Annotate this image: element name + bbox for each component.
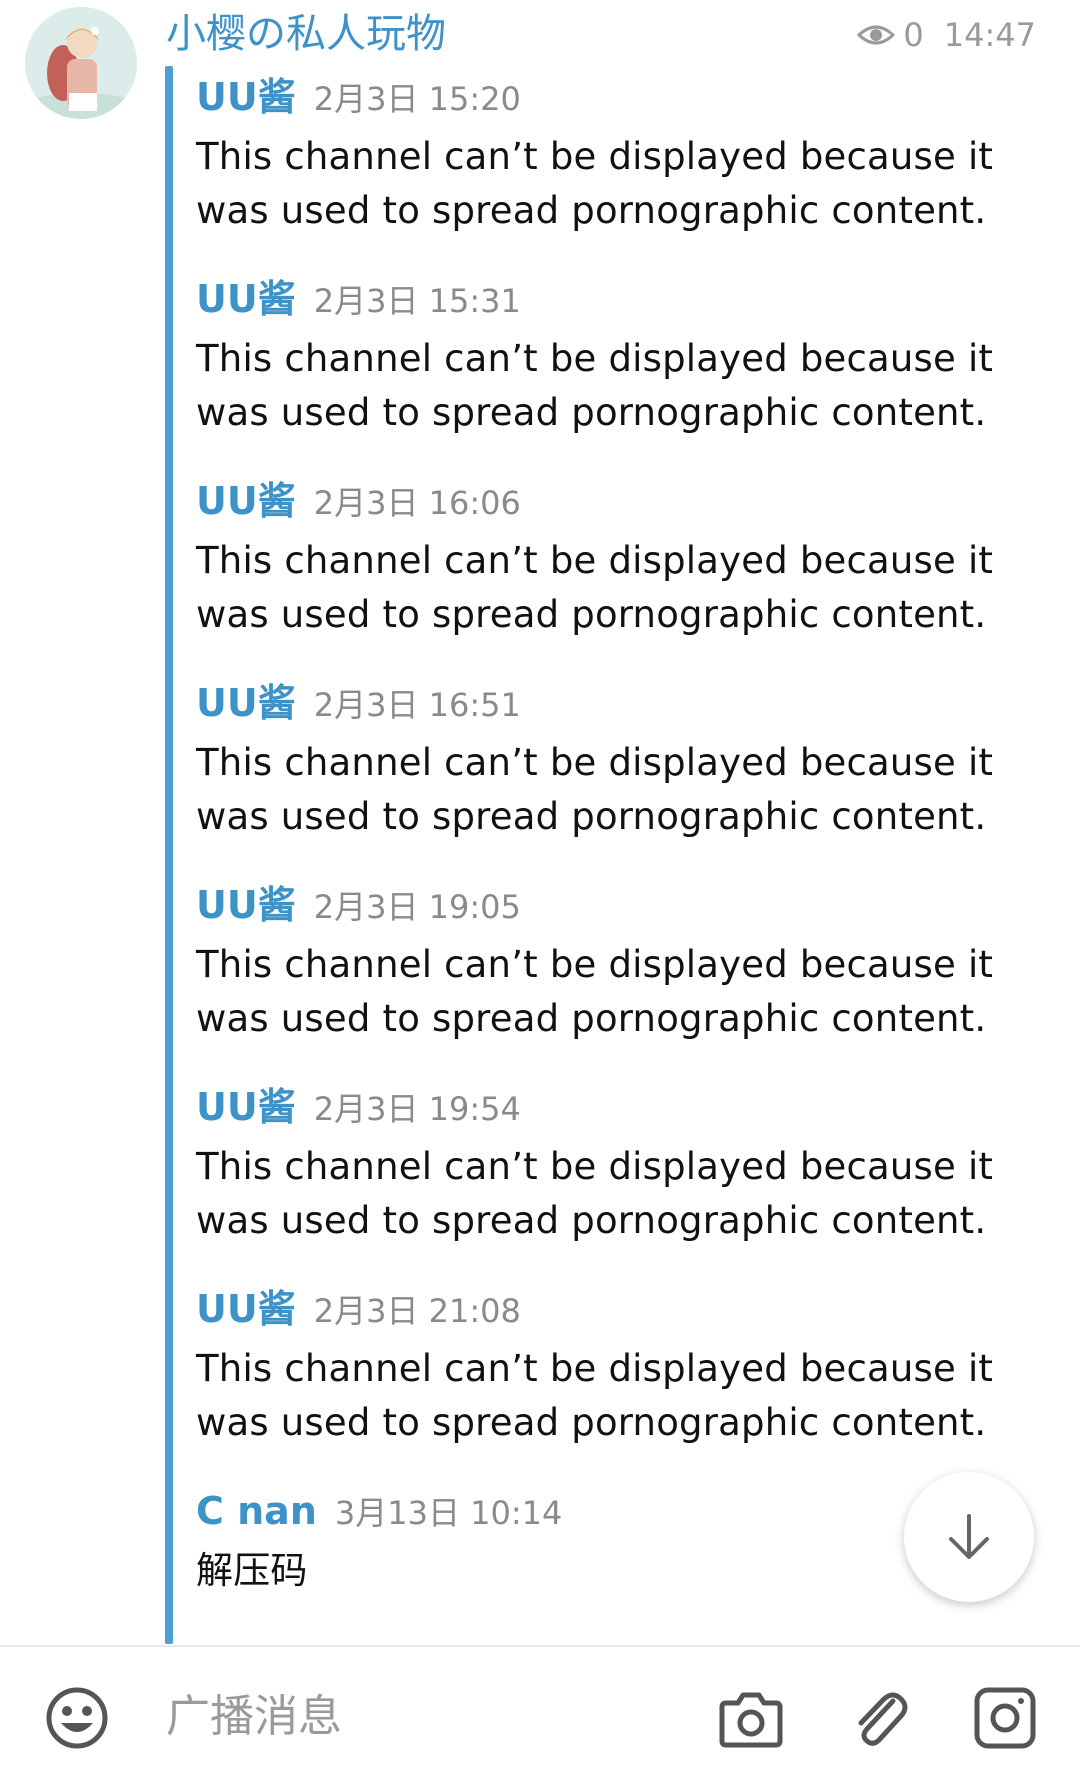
message-author[interactable]: UU酱	[196, 876, 296, 934]
scroll-down-button[interactable]	[904, 1472, 1034, 1602]
views-number: 0	[903, 16, 924, 54]
message-text-line: 解压码	[196, 1549, 308, 1592]
message-author[interactable]: UU酱	[196, 674, 296, 732]
view-count: 0 14:47	[857, 12, 1036, 58]
message-list: UU酱 2月3日 15:20 This channel can’t be dis…	[196, 68, 1006, 1684]
forwarded-quote-bar	[165, 66, 173, 1644]
message-text-line: was used to spread pornographic content.	[196, 1401, 987, 1444]
message-text-line: was used to spread pornographic content.	[196, 997, 987, 1040]
message-text: This channel can’t be displayed because …	[196, 130, 1006, 238]
message-header: UU酱 2月3日 15:20	[196, 68, 1006, 126]
message-date: 2月3日 16:51	[313, 686, 521, 724]
message-text-line: was used to spread pornographic content.	[196, 1199, 987, 1242]
message-header: UU酱 2月3日 21:08	[196, 1280, 1006, 1338]
message-date: 2月3日 15:31	[313, 282, 521, 320]
message-item[interactable]: UU酱 2月3日 15:31 This channel can’t be dis…	[196, 270, 1006, 472]
message-item[interactable]: UU酱 2月3日 19:54 This channel can’t be dis…	[196, 1078, 1006, 1280]
message-item[interactable]: UU酱 2月3日 19:05 This channel can’t be dis…	[196, 876, 1006, 1078]
message-composer: 广播消息	[0, 1645, 1080, 1784]
message-header: UU酱 2月3日 16:06	[196, 472, 1006, 530]
broadcast-input[interactable]: 广播消息	[166, 1687, 342, 1747]
camera-icon[interactable]	[718, 1685, 784, 1751]
eye-icon	[857, 25, 896, 45]
message-item[interactable]: UU酱 2月3日 16:51 This channel can’t be dis…	[196, 674, 1006, 876]
message-text-line: This channel can’t be displayed because …	[196, 1347, 994, 1390]
message-date: 2月3日 19:54	[313, 1090, 521, 1128]
instant-camera-icon[interactable]	[972, 1685, 1038, 1751]
arrow-down-icon	[949, 1514, 989, 1559]
message-item[interactable]: UU酱 2月3日 16:06 This channel can’t be dis…	[196, 472, 1006, 674]
emoji-icon[interactable]	[44, 1685, 110, 1751]
message-header: C nan 3月13日 10:14	[196, 1482, 1006, 1540]
message-text-line: was used to spread pornographic content.	[196, 189, 987, 232]
message-text: This channel can’t be displayed because …	[196, 1140, 1006, 1248]
message-header: UU酱 2月3日 16:51	[196, 674, 1006, 732]
message-item[interactable]: UU酱 2月3日 21:08 This channel can’t be dis…	[196, 1280, 1006, 1482]
channel-title[interactable]: 小樱の私人玩物	[166, 8, 446, 60]
message-text-line: This channel can’t be displayed because …	[196, 135, 994, 178]
message-text: This channel can’t be displayed because …	[196, 1342, 1006, 1450]
message-text-line: This channel can’t be displayed because …	[196, 337, 994, 380]
message-text-line: This channel can’t be displayed because …	[196, 943, 994, 986]
message-date: 2月3日 21:08	[313, 1292, 521, 1330]
message-date: 2月3日 16:06	[313, 484, 521, 522]
message-header: UU酱 2月3日 19:54	[196, 1078, 1006, 1136]
paperclip-icon[interactable]	[847, 1685, 913, 1751]
message-author[interactable]: UU酱	[196, 270, 296, 328]
avatar-illustration	[25, 7, 137, 119]
message-text: This channel can’t be displayed because …	[196, 938, 1006, 1046]
message-author[interactable]: UU酱	[196, 1078, 296, 1136]
message-date: 3月13日 10:14	[334, 1494, 563, 1532]
message-date: 2月3日 19:05	[313, 888, 521, 926]
message-text: This channel can’t be displayed because …	[196, 332, 1006, 440]
message-author[interactable]: C nan	[196, 1482, 317, 1540]
message-text-line: was used to spread pornographic content.	[196, 391, 987, 434]
message-header: UU酱 2月3日 19:05	[196, 876, 1006, 934]
message-header: UU酱 2月3日 15:31	[196, 270, 1006, 328]
channel-avatar[interactable]	[25, 7, 137, 119]
message-text-line: This channel can’t be displayed because …	[196, 1145, 994, 1188]
post-time: 14:47	[943, 16, 1036, 54]
message-text-line: This channel can’t be displayed because …	[196, 741, 994, 784]
message-text-line: This channel can’t be displayed because …	[196, 539, 994, 582]
message-text-line: was used to spread pornographic content.	[196, 593, 987, 636]
message-author[interactable]: UU酱	[196, 1280, 296, 1338]
message-author[interactable]: UU酱	[196, 68, 296, 126]
message-text-line: was used to spread pornographic content.	[196, 795, 987, 838]
message-author[interactable]: UU酱	[196, 472, 296, 530]
message-item[interactable]: UU酱 2月3日 15:20 This channel can’t be dis…	[196, 68, 1006, 270]
message-text: 解压码	[196, 1544, 1006, 1598]
message-date: 2月3日 15:20	[313, 80, 521, 118]
message-text: This channel can’t be displayed because …	[196, 736, 1006, 844]
message-text: This channel can’t be displayed because …	[196, 534, 1006, 642]
